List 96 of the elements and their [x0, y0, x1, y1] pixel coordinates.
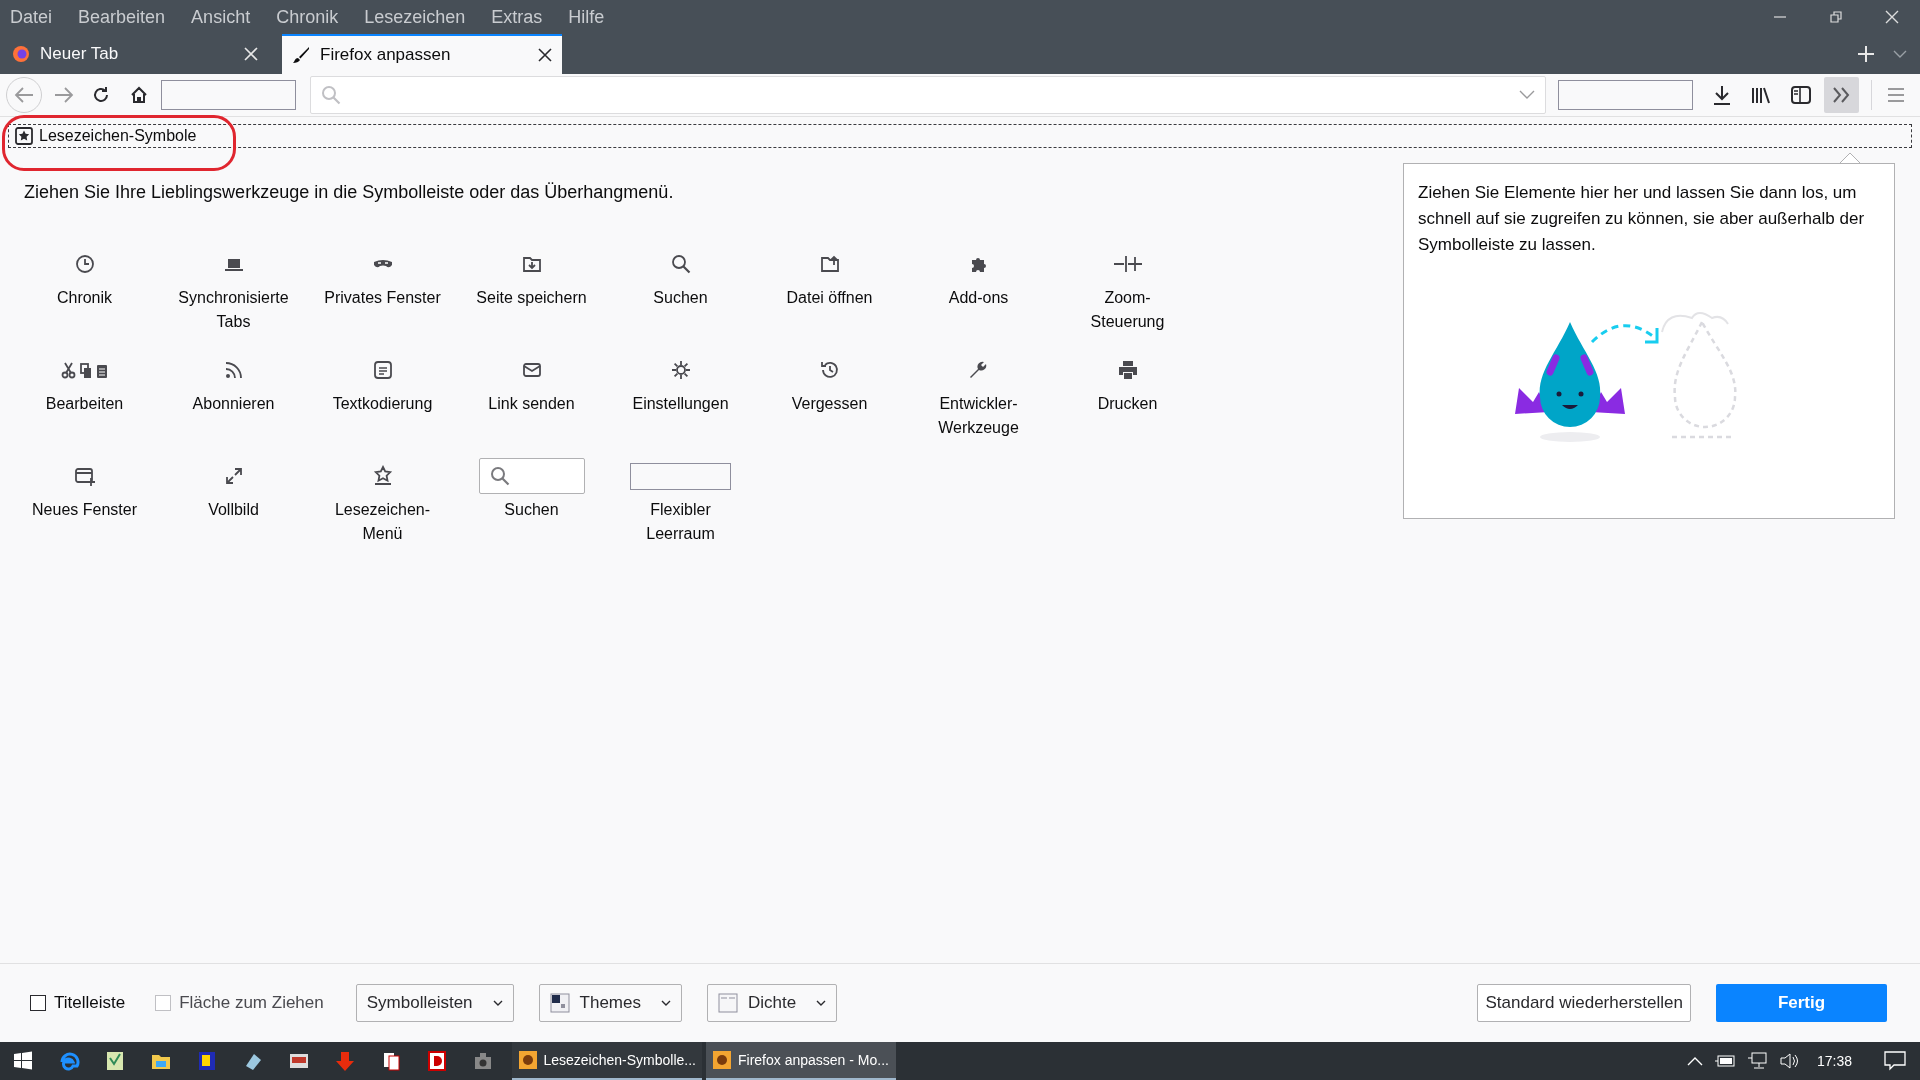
restore-defaults-button[interactable]: Standard wiederherstellen [1477, 984, 1691, 1022]
palette-item[interactable]: Seite speichern [457, 244, 606, 346]
clock-icon [73, 253, 96, 275]
done-button[interactable]: Fertig [1716, 984, 1887, 1022]
browser-icon[interactable] [58, 1050, 80, 1072]
chevron-up-icon[interactable] [1686, 1056, 1703, 1066]
search-icon [320, 85, 341, 105]
firefox-logo-icon [12, 45, 30, 63]
overflow-menu-button[interactable] [1823, 77, 1860, 113]
app-icon[interactable] [196, 1050, 218, 1072]
library-icon [1751, 86, 1772, 104]
camera-icon[interactable] [472, 1050, 494, 1072]
new-window-icon [73, 465, 96, 487]
menu-item[interactable]: Datei [6, 3, 57, 31]
star-tray-icon [371, 465, 394, 487]
theme-icon [549, 993, 570, 1013]
reload-icon [92, 86, 111, 104]
close-icon [538, 48, 552, 62]
windows-logo-icon [13, 1051, 33, 1071]
dropdown-caret-icon[interactable] [1518, 90, 1535, 100]
down-arrow-icon[interactable] [334, 1050, 356, 1072]
app-window-icon [518, 1050, 538, 1070]
brush-icon [292, 46, 310, 64]
dropdown-button[interactable]: Themes [538, 984, 682, 1022]
palette-item[interactable]: Bearbeiten [10, 350, 159, 452]
menu-item[interactable]: Ansicht [187, 3, 255, 31]
text-encoding-icon [371, 359, 394, 381]
palette-item[interactable]: Synchronisierte Tabs [159, 244, 308, 346]
palette-item[interactable]: Vergessen [755, 350, 904, 452]
close-tab-button[interactable] [538, 48, 552, 62]
caret-icon [661, 999, 671, 1007]
menu-item[interactable]: Extras [487, 3, 547, 31]
plus-icon [1857, 45, 1875, 63]
bookmarks-toolbar-items[interactable]: Lesezeichen-Symbole [15, 124, 197, 148]
palette-item[interactable]: Neues Fenster [10, 456, 159, 558]
taskbar-window-button[interactable]: Lesezeichen-Symbolle... [512, 1042, 702, 1080]
menu-item[interactable]: Hilfe [564, 3, 609, 31]
dropdown-button[interactable]: Dichte [707, 984, 838, 1022]
palette-item[interactable]: Link senden [457, 350, 606, 452]
app-icon[interactable] [426, 1050, 448, 1072]
palette-item[interactable]: Vollbild [159, 456, 308, 558]
palette-item[interactable]: Drucken [1053, 350, 1202, 452]
tab-title: Firefox anpassen [320, 44, 451, 67]
dropdown-button[interactable]: Symbolleisten [355, 984, 514, 1022]
palette-item[interactable]: Add-ons [904, 244, 1053, 346]
back-arrow-icon [13, 86, 34, 104]
browser-tab[interactable]: Neuer Tab [0, 34, 270, 74]
sidebar-icon [1790, 86, 1811, 104]
overflow-panel-hint: Ziehen Sie Elemente hier her und lassen Sie dann los, um schnell auf sie zugreifen zu können, sie aber außerhalb der Symbolleiste zu lassen. [1417, 182, 1866, 256]
speaker-icon[interactable] [1778, 1052, 1799, 1070]
density-icon [718, 993, 738, 1013]
search-field[interactable] [1557, 80, 1693, 110]
home-icon [129, 86, 148, 104]
menu-item[interactable]: Lesezeichen [360, 3, 470, 31]
zoom-controls-icon [1113, 253, 1142, 275]
menu-item[interactable]: Chronik [272, 3, 343, 31]
restore-icon [1829, 10, 1843, 24]
palette-item[interactable]: Datei öffnen [755, 244, 904, 346]
browser-tab[interactable]: Firefox anpassen [282, 34, 562, 74]
notification-icon[interactable] [1884, 1051, 1906, 1071]
battery-icon[interactable] [1714, 1055, 1735, 1067]
tab-title: Neuer Tab [40, 43, 119, 66]
palette-item[interactable]: Abonnieren [159, 350, 308, 452]
palette-item[interactable]: Entwickler-Werkzeuge [904, 350, 1053, 452]
palette-item[interactable]: Privates Fenster [308, 244, 457, 346]
caret-icon [492, 999, 503, 1007]
network-icon[interactable] [1746, 1052, 1767, 1070]
palette-item[interactable]: Zoom-Steuerung [1053, 244, 1202, 346]
app-icon[interactable] [104, 1050, 126, 1072]
palette-instructions: Ziehen Sie Ihre Lieblingswerkzeuge in die Symbolleiste oder das Überhangmenü. [23, 181, 675, 204]
palette-item[interactable]: Suchen [457, 456, 606, 558]
gear-icon [669, 359, 692, 381]
hamburger-icon [1887, 88, 1906, 102]
double-chevron-icon [1831, 87, 1852, 103]
taskbar-window-button[interactable]: Firefox anpassen - Mo... [706, 1042, 896, 1080]
chevron-down-icon [1893, 49, 1907, 59]
palette-item[interactable]: Einstellungen [606, 350, 755, 452]
palette-item[interactable]: Lesezeichen-Menü [308, 456, 457, 558]
checkbox-option[interactable]: Titelleiste [30, 990, 126, 1016]
palette-item[interactable]: Flexibler Leerraum [606, 456, 755, 558]
search-icon [489, 466, 510, 486]
palette-item[interactable]: Chronik [10, 244, 159, 346]
caret-icon [816, 999, 827, 1007]
close-icon [244, 47, 258, 61]
download-icon [1712, 85, 1731, 105]
palette-item[interactable]: Suchen [606, 244, 755, 346]
app-window-icon [712, 1050, 732, 1070]
open-file-icon [818, 253, 841, 275]
clock[interactable]: 17:38 [1810, 1050, 1858, 1072]
forward-arrow-icon [53, 86, 74, 104]
palette-item[interactable]: Textkodierung [308, 350, 457, 452]
history-icon [818, 359, 841, 381]
menu-item[interactable]: Bearbeiten [74, 3, 170, 31]
close-icon [1884, 9, 1900, 25]
search-icon [669, 253, 692, 275]
printer-icon [1116, 359, 1139, 381]
